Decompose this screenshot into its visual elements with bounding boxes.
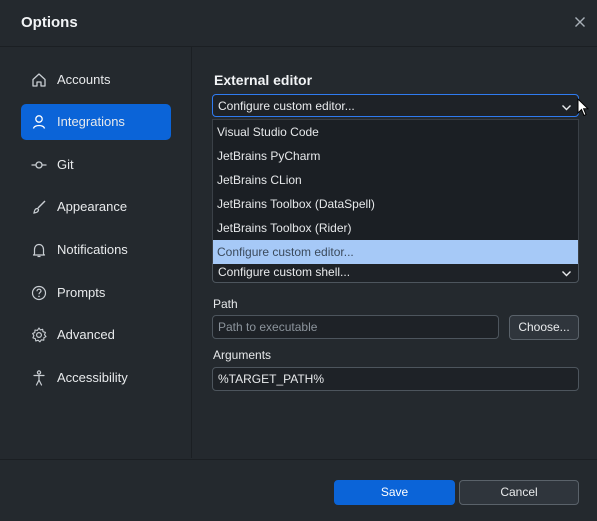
path-label: Path <box>213 297 238 311</box>
question-icon <box>30 284 48 302</box>
title-bar: Options <box>0 0 597 47</box>
brush-icon <box>30 198 48 216</box>
editor-option[interactable]: JetBrains PyCharm <box>213 144 578 168</box>
arguments-label: Arguments <box>213 348 272 362</box>
sidebar-item-accounts[interactable]: Accounts <box>21 62 171 98</box>
path-input[interactable] <box>213 316 498 338</box>
sidebar-item-label: Git <box>57 157 74 172</box>
shell-value: Configure custom shell... <box>218 265 351 279</box>
external-editor-value: Configure custom editor... <box>218 99 355 113</box>
cancel-button[interactable]: Cancel <box>459 480 579 505</box>
window-title: Options <box>21 14 78 31</box>
sidebar: Accounts Integrations Git Appearance Not… <box>0 47 192 458</box>
arguments-input[interactable] <box>213 368 578 390</box>
sidebar-item-advanced[interactable]: Advanced <box>21 317 171 353</box>
editor-option[interactable]: JetBrains Toolbox (Rider) <box>213 216 578 240</box>
choose-button[interactable]: Choose... <box>509 315 579 340</box>
save-button[interactable]: Save <box>334 480 455 505</box>
accessibility-icon <box>30 369 48 387</box>
sidebar-item-label: Appearance <box>57 199 128 214</box>
sidebar-item-label: Accessibility <box>57 370 128 385</box>
chevron-down-icon <box>561 266 572 277</box>
close-icon[interactable] <box>572 14 588 30</box>
editor-dropdown-list: Visual Studio Code JetBrains PyCharm Jet… <box>212 119 579 264</box>
editor-option[interactable]: Visual Studio Code <box>213 120 578 144</box>
sidebar-item-git[interactable]: Git <box>21 147 171 183</box>
arguments-field[interactable] <box>212 367 579 391</box>
gear-icon <box>30 326 48 344</box>
bell-icon <box>30 241 48 259</box>
sidebar-item-label: Advanced <box>57 327 115 342</box>
editor-option[interactable]: JetBrains CLion <box>213 168 578 192</box>
sidebar-item-accessibility[interactable]: Accessibility <box>21 360 171 396</box>
editor-option[interactable]: JetBrains Toolbox (DataSpell) <box>213 192 578 216</box>
sidebar-item-label: Notifications <box>57 242 128 257</box>
sidebar-item-label: Integrations <box>57 114 125 129</box>
sidebar-item-integrations[interactable]: Integrations <box>21 104 171 140</box>
person-icon <box>30 113 48 131</box>
external-editor-heading: External editor <box>214 72 313 88</box>
chevron-down-icon <box>561 100 572 111</box>
sidebar-item-label: Prompts <box>57 285 106 300</box>
mouse-cursor-icon <box>577 97 590 117</box>
path-field[interactable] <box>212 315 499 339</box>
sidebar-item-notifications[interactable]: Notifications <box>21 232 171 268</box>
home-icon <box>30 71 48 89</box>
commit-icon <box>30 156 48 174</box>
external-editor-select[interactable]: Configure custom editor... <box>212 94 579 117</box>
sidebar-item-appearance[interactable]: Appearance <box>21 189 171 225</box>
sidebar-item-prompts[interactable]: Prompts <box>21 275 171 311</box>
editor-option-selected[interactable]: Configure custom editor... <box>213 240 578 264</box>
sidebar-item-label: Accounts <box>57 72 111 87</box>
